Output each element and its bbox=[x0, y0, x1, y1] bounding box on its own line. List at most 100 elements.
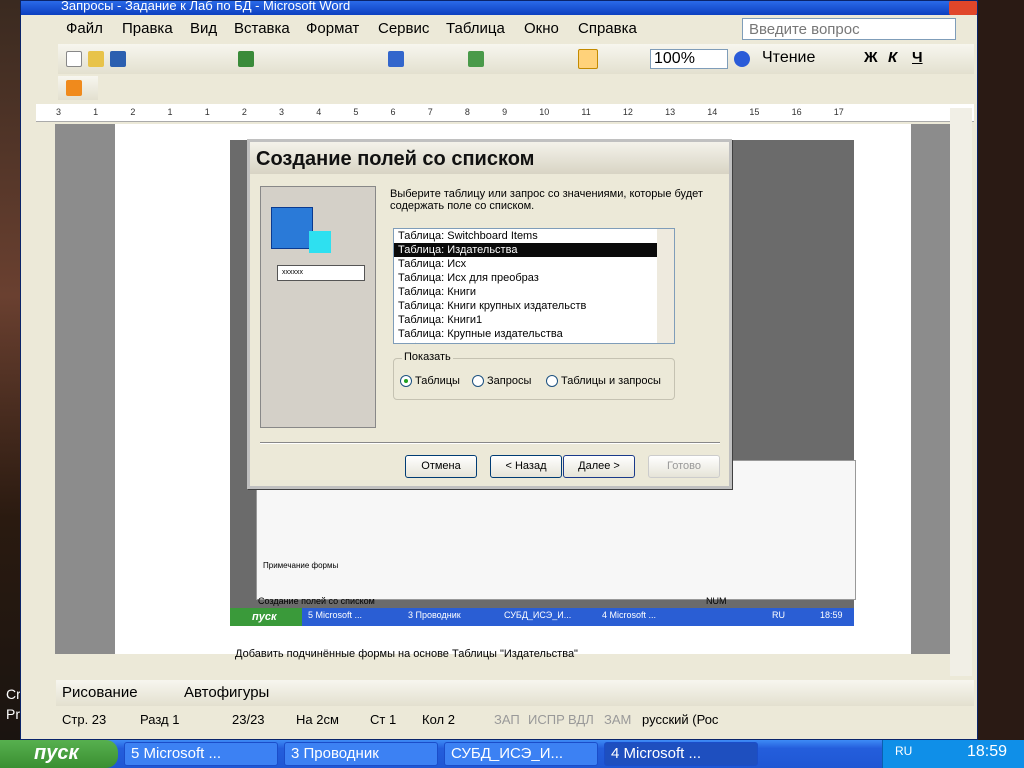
status-trk[interactable]: ИСПР bbox=[528, 712, 565, 727]
hyperlink-icon[interactable] bbox=[468, 51, 484, 67]
show-label: Показать bbox=[402, 351, 453, 363]
new-icon[interactable] bbox=[66, 51, 82, 67]
inner-taskbar: пуск 5 Microsoft ... 3 Проводник СУБД_ИС… bbox=[230, 608, 854, 626]
menu-insert[interactable]: Вставка bbox=[234, 20, 290, 37]
ruler-tick: 8 bbox=[464, 107, 470, 117]
menu-edit[interactable]: Правка bbox=[122, 20, 173, 37]
radio-icon bbox=[400, 375, 412, 388]
inner-task: 5 Microsoft ... bbox=[308, 610, 363, 620]
taskbar-item-access[interactable]: 4 Microsoft ... bbox=[604, 742, 758, 766]
language-indicator[interactable]: RU bbox=[895, 744, 912, 758]
status-line: Ст 1 bbox=[370, 712, 397, 727]
status-rec[interactable]: ЗАП bbox=[494, 712, 520, 727]
ruler-tick: 2 bbox=[241, 107, 247, 117]
status-ext[interactable]: ВДЛ bbox=[568, 712, 594, 727]
status-bar: Стр. 23 Разд 1 23/23 На 2см Ст 1 Кол 2 З… bbox=[56, 708, 976, 732]
ruler-tick: 2 bbox=[130, 107, 136, 117]
ruler-tick: 1 bbox=[204, 107, 210, 117]
ruler-tick: 13 bbox=[665, 107, 676, 117]
drawing-toolbar: Рисование Автофигуры bbox=[56, 680, 974, 706]
status-ovr[interactable]: ЗАМ bbox=[604, 712, 631, 727]
radio-queries-label: Запросы bbox=[487, 375, 532, 387]
open-icon[interactable] bbox=[88, 51, 104, 67]
ruler-tick: 10 bbox=[539, 107, 550, 117]
show-groupbox: Показать Таблицы Запросы Таблицы и запро… bbox=[393, 351, 675, 400]
save-icon[interactable] bbox=[110, 51, 126, 67]
radio-icon bbox=[546, 375, 558, 388]
status-language: русский (Рос bbox=[642, 712, 719, 727]
question-input[interactable]: Введите вопрос bbox=[742, 18, 956, 40]
status-section: Разд 1 bbox=[140, 712, 180, 727]
radio-both-label: Таблицы и запросы bbox=[561, 375, 661, 387]
next-button[interactable]: Далее > bbox=[563, 455, 635, 478]
status-pages: 23/23 bbox=[232, 712, 265, 727]
list-item[interactable]: Таблица: Книги bbox=[394, 285, 674, 299]
list-item[interactable]: Таблица: Книги ... bbox=[394, 341, 674, 343]
start-button[interactable]: пуск bbox=[0, 740, 118, 768]
list-item[interactable]: Таблица: Исх bbox=[394, 257, 674, 271]
drawing-toggle-icon[interactable] bbox=[578, 49, 598, 69]
list-item[interactable]: Таблица: Издательства bbox=[394, 243, 674, 257]
underline-button[interactable]: Ч bbox=[912, 49, 923, 66]
ruler-tick: 4 bbox=[316, 107, 322, 117]
close-button[interactable] bbox=[949, 1, 977, 15]
arrow-down-icon bbox=[309, 231, 331, 253]
ruler-track: 3 1 2 1 1 2 3 4 5 6 7 8 9 10 11 12 13 14 15 16 17 bbox=[56, 104, 844, 120]
document-text: Добавить подчинённые формы на основе Таб… bbox=[235, 648, 578, 660]
ruler-tick: 11 bbox=[581, 107, 591, 117]
list-scrollbar[interactable] bbox=[657, 229, 674, 343]
ruler-tick: 5 bbox=[353, 107, 359, 117]
menu-table[interactable]: Таблица bbox=[446, 20, 505, 37]
reading-button[interactable]: Чтение bbox=[762, 49, 815, 67]
list-item[interactable]: Таблица: Книги крупных издательств bbox=[394, 299, 674, 313]
table-list[interactable]: Таблица: Switchboard Items Таблица: Издат… bbox=[393, 228, 675, 344]
radio-tables-label: Таблицы bbox=[415, 375, 460, 387]
ruler-tick: 6 bbox=[390, 107, 396, 117]
list-item[interactable]: Таблица: Исх для преобраз bbox=[394, 271, 674, 285]
cancel-button[interactable]: Отмена bbox=[405, 455, 477, 478]
menu-view[interactable]: Вид bbox=[190, 20, 217, 37]
bold-button[interactable]: Ж bbox=[864, 49, 878, 66]
taskbar-item-explorer[interactable]: 3 Проводник bbox=[284, 742, 438, 766]
list-item[interactable]: Таблица: Крупные издательства bbox=[394, 327, 674, 341]
table-icon bbox=[271, 207, 313, 249]
back-button[interactable]: < Назад bbox=[490, 455, 562, 478]
undo-icon[interactable] bbox=[388, 51, 404, 67]
ruler-tick: 14 bbox=[707, 107, 718, 117]
inner-task: 4 Microsoft ... bbox=[602, 610, 657, 620]
taskbar: пуск 5 Microsoft ... 3 Проводник СУБД_ИС… bbox=[0, 740, 1024, 768]
standard-toolbar: 100% Чтение Ж К Ч bbox=[58, 44, 974, 74]
list-item[interactable]: Таблица: Книги1 bbox=[394, 313, 674, 327]
menu-help[interactable]: Справка bbox=[578, 20, 637, 37]
menu-file[interactable]: Файл bbox=[66, 20, 103, 37]
extra-toolbar bbox=[58, 76, 98, 100]
finish-button[interactable]: Готово bbox=[648, 455, 720, 478]
dialog-title: Создание полей со списком bbox=[250, 142, 729, 174]
inner-num: NUM bbox=[706, 596, 727, 606]
divider bbox=[260, 442, 720, 444]
horizontal-ruler: 3 1 2 1 1 2 3 4 5 6 7 8 9 10 11 12 13 14 15 16 17 bbox=[36, 104, 974, 122]
radio-both[interactable]: Таблицы и запросы bbox=[546, 375, 661, 388]
radio-icon bbox=[472, 375, 484, 388]
ruler-tick: 12 bbox=[622, 107, 633, 117]
menu-format[interactable]: Формат bbox=[306, 20, 359, 37]
menu-window[interactable]: Окно bbox=[524, 20, 559, 37]
italic-button[interactable]: К bbox=[888, 49, 897, 66]
zoom-select[interactable]: 100% bbox=[650, 49, 728, 69]
vertical-scrollbar[interactable] bbox=[950, 108, 972, 676]
toolbar-icon[interactable] bbox=[66, 80, 82, 96]
ruler-tick: 3 bbox=[279, 107, 285, 117]
list-item[interactable]: Таблица: Switchboard Items bbox=[394, 229, 674, 243]
dialog-instruction: Выберите таблицу или запрос со значениям… bbox=[390, 188, 703, 212]
radio-tables[interactable]: Таблицы bbox=[400, 375, 460, 388]
menu-tools[interactable]: Сервис bbox=[378, 20, 429, 37]
ruler-tick: 3 bbox=[56, 107, 62, 117]
spell-icon[interactable] bbox=[238, 51, 254, 67]
help-icon[interactable] bbox=[734, 51, 750, 67]
ruler-tick: 1 bbox=[167, 107, 173, 117]
draw-menu[interactable]: Рисование bbox=[62, 684, 138, 701]
autoshapes-menu[interactable]: Автофигуры bbox=[184, 684, 269, 701]
radio-queries[interactable]: Запросы bbox=[472, 375, 532, 388]
taskbar-item-word[interactable]: 5 Microsoft ... bbox=[124, 742, 278, 766]
taskbar-item-folder[interactable]: СУБД_ИСЭ_И... bbox=[444, 742, 598, 766]
